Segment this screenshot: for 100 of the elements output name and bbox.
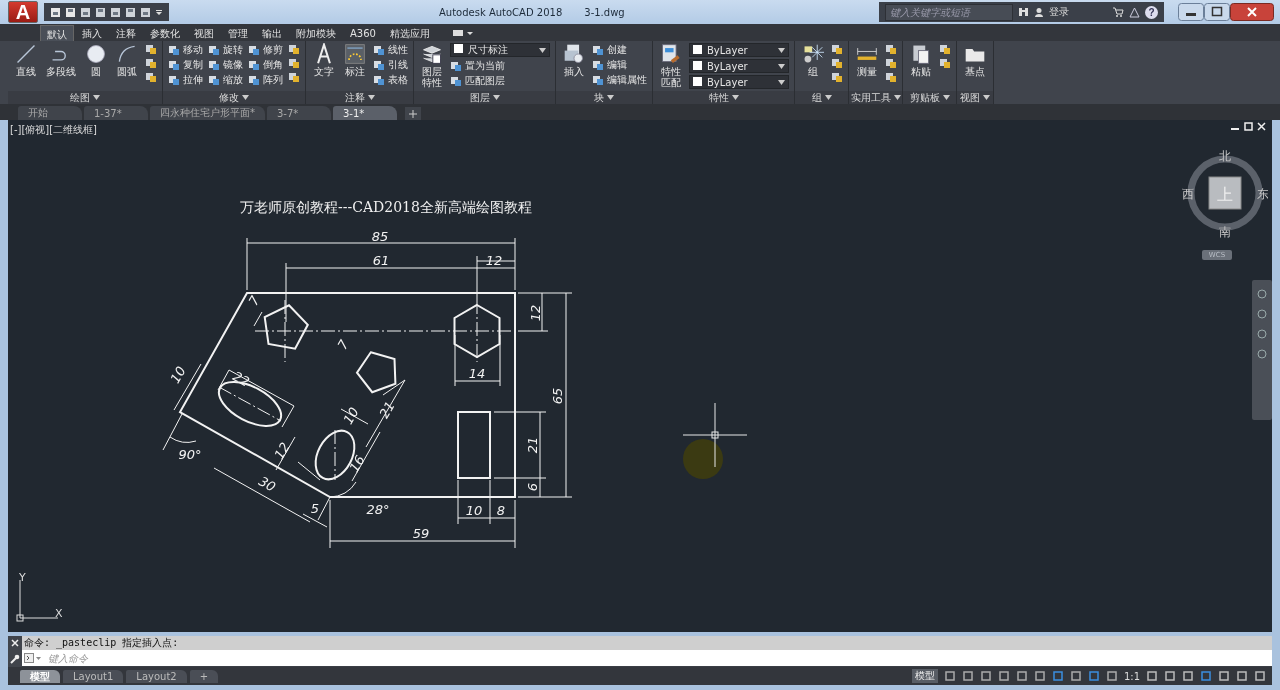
compass-north-label[interactable]: 北: [1219, 149, 1231, 163]
ribbon-tool-button[interactable]: 旋转: [208, 43, 243, 56]
tool-icon[interactable]: [373, 58, 385, 71]
ribbon-tool-button[interactable]: 多段线: [44, 43, 78, 77]
tool-icon[interactable]: [168, 43, 180, 56]
property-dropdown[interactable]: ByLayer: [689, 43, 789, 57]
ribbon-tab[interactable]: A360: [344, 25, 382, 41]
application-menu-button[interactable]: A: [8, 1, 38, 23]
tool-icon[interactable]: [168, 73, 180, 86]
ribbon-tab[interactable]: 参数化: [144, 25, 186, 41]
document-tab[interactable]: 1-37*: [84, 106, 148, 120]
viewport-controls-label[interactable]: [-][俯视][二维线框]: [10, 123, 98, 137]
ribbon-tab[interactable]: 插入: [76, 25, 108, 41]
ribbon-tool-button[interactable]: 表格: [373, 73, 408, 86]
ribbon-tool-button[interactable]: 复制: [168, 58, 203, 71]
ribbon-tool-button[interactable]: 镜像: [208, 58, 243, 71]
command-prompt-icon[interactable]: [24, 653, 42, 663]
compass-east-label[interactable]: 东: [1257, 187, 1268, 201]
tool-icon[interactable]: [939, 43, 951, 55]
close-icon[interactable]: [11, 639, 19, 648]
panel-title[interactable]: 特性: [708, 90, 729, 105]
tool-icon[interactable]: [373, 73, 385, 86]
wrench-icon[interactable]: [10, 653, 20, 664]
ribbon-tab[interactable]: 输出: [256, 25, 288, 41]
ribbon-tool-button[interactable]: 圆: [83, 43, 109, 77]
ribbon-tool-button[interactable]: 组: [800, 43, 826, 77]
tool-icon[interactable]: [208, 43, 220, 56]
tool-icon[interactable]: [145, 57, 157, 69]
annotation-scale-button[interactable]: 1:1: [1123, 670, 1140, 682]
tool-icon[interactable]: [145, 71, 157, 83]
document-tab[interactable]: 3-7*: [267, 106, 331, 120]
ribbon-tab[interactable]: 视图: [188, 25, 220, 41]
tool-icon[interactable]: [288, 57, 300, 69]
tool-icon[interactable]: [168, 58, 180, 71]
panel-title[interactable]: 块: [594, 90, 604, 105]
caret-icon[interactable]: [778, 63, 785, 69]
ribbon-tool-button[interactable]: 插入: [561, 43, 587, 77]
ribbon-tab[interactable]: 管理: [222, 25, 254, 41]
ribbon-tool-button[interactable]: 移动: [168, 43, 203, 56]
ribbon-tab[interactable]: 注释: [110, 25, 142, 41]
panel-title[interactable]: 图层: [469, 90, 490, 105]
compass-west-label[interactable]: 西: [1182, 187, 1194, 201]
caret-icon[interactable]: [242, 95, 249, 100]
panel-toggle-icon[interactable]: [451, 28, 474, 38]
ribbon-tool-button[interactable]: 标注: [342, 43, 368, 77]
tool-icon[interactable]: [831, 57, 843, 69]
document-tab[interactable]: 3-1*: [333, 106, 397, 120]
ribbon-tool-button[interactable]: 修剪: [248, 43, 283, 56]
restore-icon[interactable]: [1244, 122, 1253, 131]
caret-icon[interactable]: [942, 95, 950, 100]
ribbon-tool-button[interactable]: 缩放: [208, 73, 243, 86]
ribbon-tool-button[interactable]: 引线: [373, 58, 408, 71]
layout-tab[interactable]: Layout1: [63, 669, 124, 683]
close-icon[interactable]: [1257, 122, 1266, 131]
cart-icon[interactable]: [1112, 7, 1124, 17]
panel-title[interactable]: 修改: [219, 90, 239, 105]
tool-icon[interactable]: [885, 71, 897, 83]
new-tab-button[interactable]: [405, 107, 421, 120]
caret-icon[interactable]: [824, 95, 832, 100]
caret-icon[interactable]: [731, 95, 739, 100]
ribbon-tool-button[interactable]: 图层特性: [419, 43, 445, 88]
tool-icon[interactable]: [592, 73, 604, 86]
caret-icon[interactable]: [492, 95, 500, 100]
tool-icon[interactable]: [248, 73, 260, 86]
ribbon-tab[interactable]: 精选应用: [383, 25, 436, 41]
caret-icon[interactable]: [607, 95, 614, 100]
ribbon-tool-button[interactable]: 特性匹配: [658, 43, 684, 88]
layout-tab[interactable]: Layout2: [126, 669, 187, 683]
ribbon-tool-button[interactable]: 创建: [592, 43, 647, 56]
ribbon-tab[interactable]: 附加模块: [290, 25, 342, 41]
user-icon[interactable]: [1034, 6, 1044, 18]
minimize-button[interactable]: [1178, 3, 1204, 21]
ribbon-tool-button[interactable]: 文字: [311, 43, 337, 77]
close-button[interactable]: [1230, 3, 1274, 21]
tool-icon[interactable]: [885, 57, 897, 69]
ribbon-tool-button[interactable]: 直线: [13, 43, 39, 77]
ribbon-tool-button[interactable]: 置为当前: [450, 59, 550, 72]
tool-icon[interactable]: [592, 43, 604, 56]
view-cube-face[interactable]: [1208, 176, 1242, 210]
document-tab[interactable]: 四永种住宅户形平面*: [150, 106, 265, 120]
property-dropdown[interactable]: 尺寸标注: [450, 43, 550, 57]
ribbon-tool-button[interactable]: 编辑属性: [592, 73, 647, 86]
ribbon-tool-button[interactable]: 拉伸: [168, 73, 203, 86]
caret-icon[interactable]: [983, 95, 990, 100]
tool-icon[interactable]: [450, 59, 462, 72]
layout-tab[interactable]: +: [189, 669, 219, 683]
caret-icon[interactable]: [893, 95, 901, 100]
ribbon-tool-button[interactable]: 阵列: [248, 73, 283, 86]
caret-icon[interactable]: [93, 95, 100, 100]
maximize-button[interactable]: [1204, 3, 1230, 21]
caret-icon[interactable]: [539, 47, 546, 53]
tool-icon[interactable]: [831, 71, 843, 83]
property-dropdown[interactable]: ByLayer: [689, 75, 789, 89]
ribbon-tool-button[interactable]: 编辑: [592, 58, 647, 71]
dropdown-icon[interactable]: [155, 8, 163, 16]
ribbon-tool-button[interactable]: 圆弧: [114, 43, 140, 77]
model-space-button[interactable]: 模型: [911, 669, 938, 683]
caret-icon[interactable]: [778, 47, 785, 53]
ribbon-tool-button[interactable]: 匹配图层: [450, 74, 550, 87]
search-field[interactable]: 键入关键字或短语: [885, 3, 1013, 21]
